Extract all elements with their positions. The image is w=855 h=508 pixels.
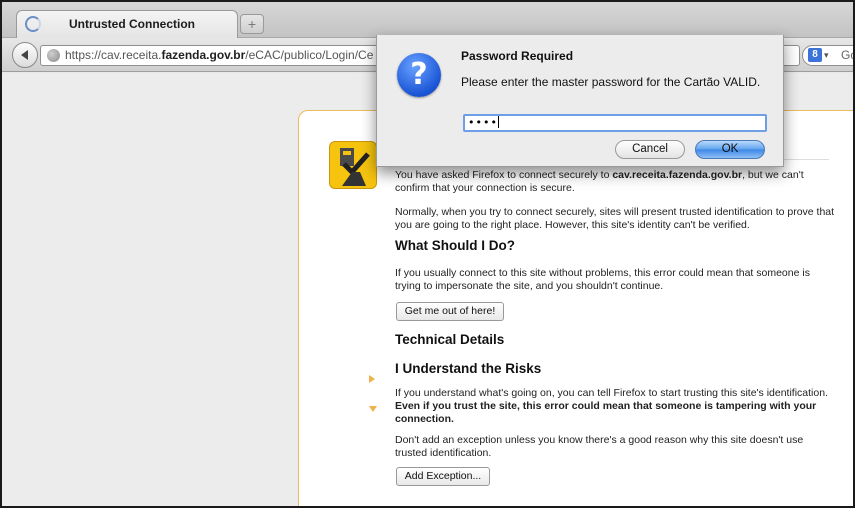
certificate-error-icon — [329, 141, 377, 189]
url-host: fazenda.gov.br — [161, 48, 246, 62]
search-engine-icon[interactable]: 8 — [808, 48, 822, 62]
url-suffix: /eCAC/publico/Login/Ce — [245, 48, 374, 62]
collapse-arrow-icon[interactable] — [369, 406, 377, 412]
intro-text: You have asked Firefox to connect secure… — [395, 169, 613, 181]
heading-what-should-i-do: What Should I Do? — [395, 238, 515, 253]
chevron-down-icon: ▾ — [824, 50, 829, 60]
password-input[interactable]: •••• — [463, 114, 767, 132]
text-caret — [497, 116, 499, 128]
paragraph-normally: Normally, when you try to connect secure… — [395, 206, 835, 231]
question-glyph: ? — [410, 57, 428, 92]
trust-text: If you understand what's going on, you c… — [395, 387, 828, 399]
dialog-title: Password Required — [461, 49, 574, 63]
tab-untrusted-connection[interactable]: Untrusted Connection — [16, 10, 238, 39]
dialog-message: Please enter the master password for the… — [461, 75, 761, 89]
back-button[interactable] — [12, 42, 38, 68]
browser-window: Untrusted Connection + https://cav.recei… — [0, 0, 855, 508]
tab-title: Untrusted Connection — [69, 17, 195, 31]
url-prefix: https://cav.receita. — [65, 48, 162, 62]
expand-arrow-icon[interactable] — [369, 375, 375, 383]
tab-bar: Untrusted Connection + — [2, 2, 853, 39]
add-exception-button[interactable]: Add Exception... — [396, 467, 490, 486]
question-icon: ? — [397, 53, 441, 97]
trust-warning: Even if you trust the site, this error c… — [395, 400, 817, 425]
paragraph-trust: If you understand what's going on, you c… — [395, 387, 835, 426]
new-tab-button[interactable]: + — [240, 14, 264, 34]
password-value: •••• — [468, 116, 498, 129]
password-dialog: ? Password Required Please enter the mas… — [376, 35, 784, 167]
search-text: Goog — [841, 48, 853, 62]
error-page-box: You have asked Firefox to connect secure… — [298, 110, 853, 506]
paragraph-intro: You have asked Firefox to connect secure… — [395, 169, 835, 195]
ok-button[interactable]: OK — [695, 140, 765, 159]
paragraph-impersonate: If you usually connect to this site with… — [395, 267, 810, 292]
get-me-out-button[interactable]: Get me out of here! — [396, 302, 504, 321]
globe-icon — [47, 49, 60, 62]
loading-spinner-icon — [25, 16, 41, 32]
intro-host: cav.receita.fazenda.gov.br — [612, 169, 743, 181]
cancel-button[interactable]: Cancel — [615, 140, 685, 159]
heading-technical-details[interactable]: Technical Details — [395, 332, 504, 347]
heading-understand-risks[interactable]: I Understand the Risks — [395, 361, 541, 376]
search-bar[interactable]: 8 ▾ Goog — [802, 45, 853, 66]
back-arrow-icon — [21, 50, 28, 60]
paragraph-exception: Don't add an exception unless you know t… — [395, 434, 804, 459]
